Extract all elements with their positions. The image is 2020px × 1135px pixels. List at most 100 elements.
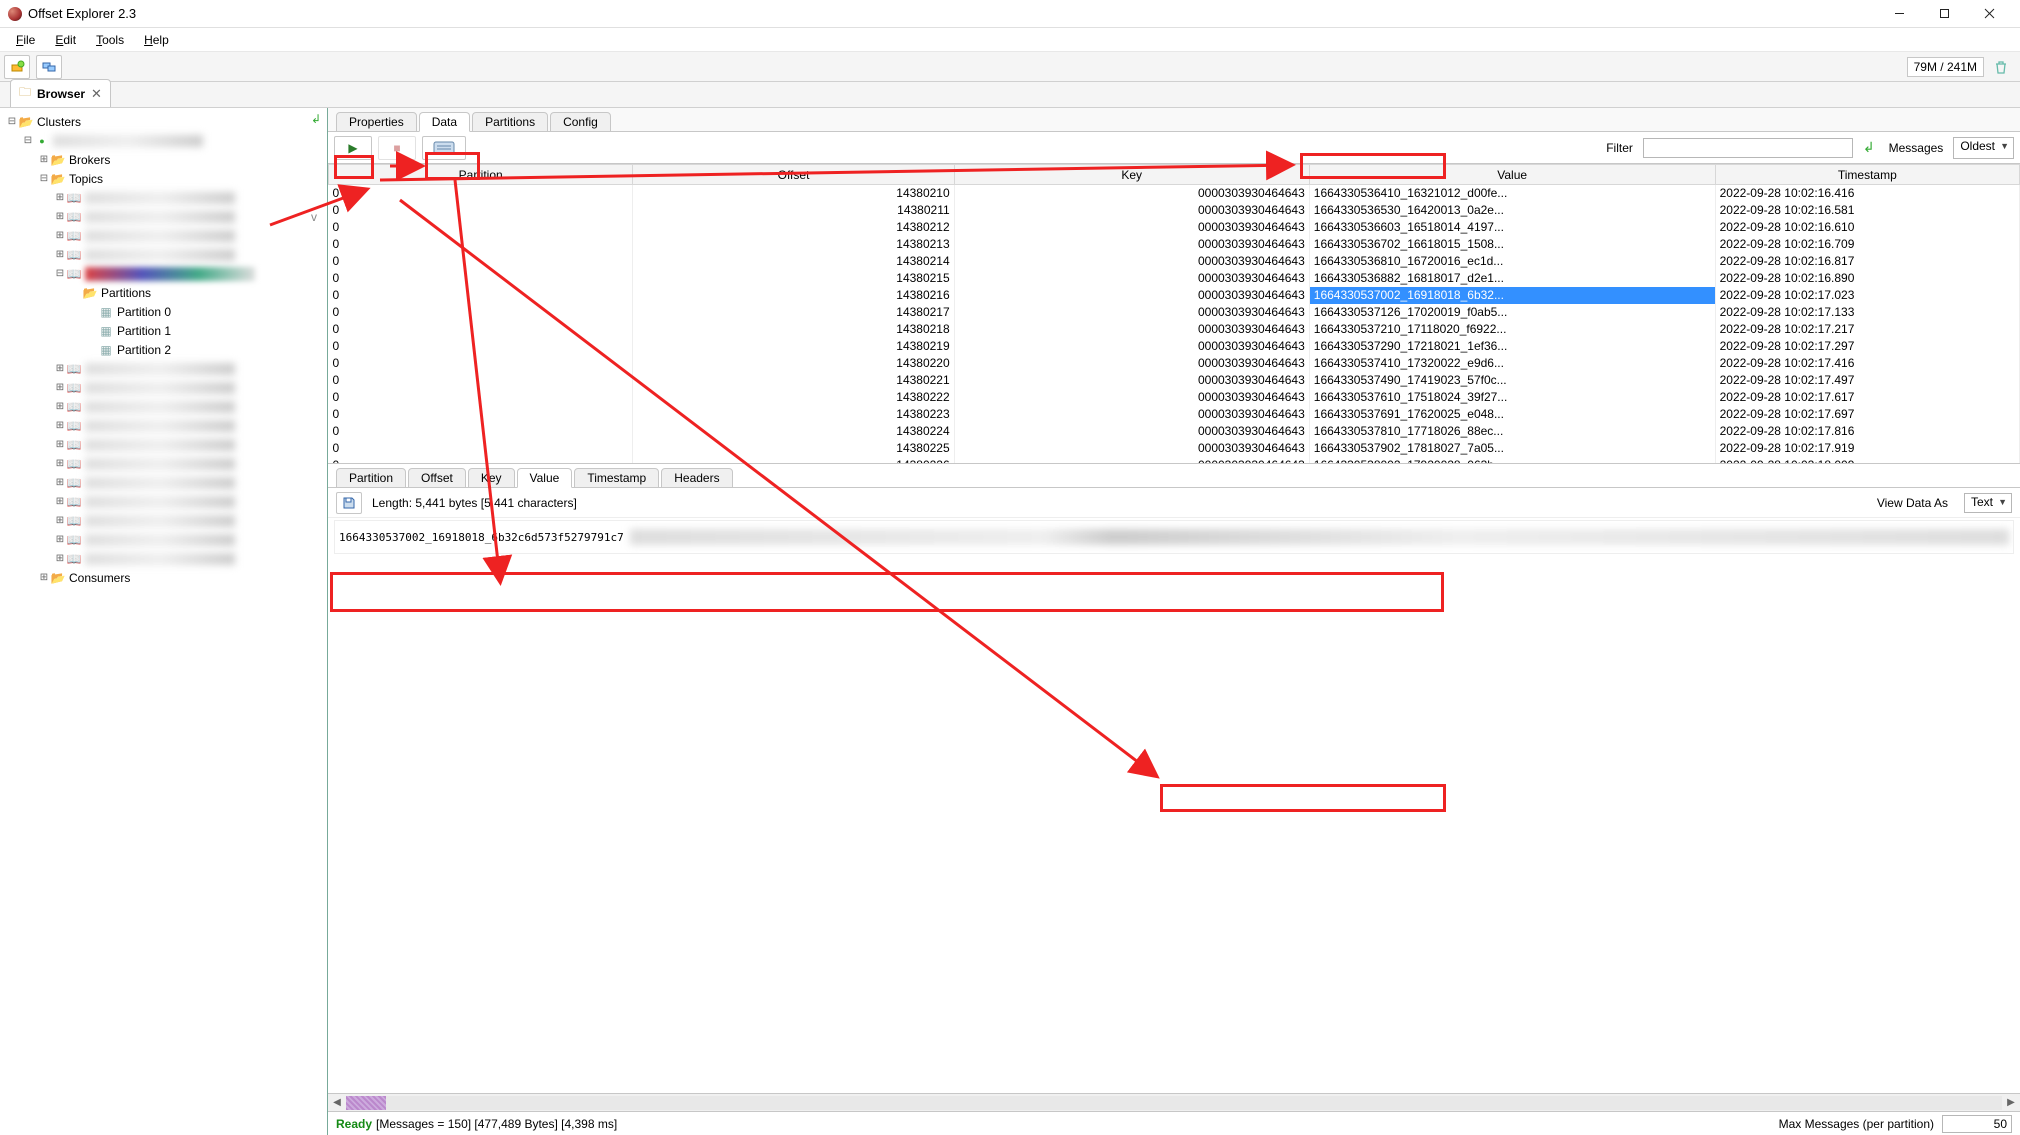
table-row[interactable]: 01438021700003039304646431664330537126_1… <box>329 304 2020 321</box>
dtab-partition[interactable]: Partition <box>336 468 406 488</box>
tree-topic-item[interactable] <box>85 192 235 204</box>
col-partition[interactable]: Partition <box>329 165 633 185</box>
tree-cluster-item[interactable] <box>53 135 203 147</box>
dtab-offset[interactable]: Offset <box>408 468 466 488</box>
tree-topic-item[interactable] <box>85 553 235 565</box>
menu-file[interactable]: File <box>6 30 45 50</box>
tree-partition-0[interactable]: Partition 0 <box>117 305 171 319</box>
save-value-button[interactable] <box>336 492 362 514</box>
tab-config[interactable]: Config <box>550 112 611 132</box>
menu-bar: File Edit Tools Help <box>0 28 2020 52</box>
tree-topic-item[interactable] <box>85 477 235 489</box>
tree-topic-item[interactable] <box>85 515 235 527</box>
tree-topic-item[interactable] <box>85 439 235 451</box>
tree-topic-item[interactable] <box>85 211 235 223</box>
tree-topic-selected[interactable] <box>85 267 255 281</box>
run-button[interactable]: ▶ <box>334 136 372 160</box>
cluster-tree[interactable]: ⊟📂Clusters ⊟● ⊞📂Brokers ⊟📂Topics ⊞📖 ⊞📖v … <box>2 112 325 587</box>
table-row[interactable]: 01438021200003039304646431664330536603_1… <box>329 219 2020 236</box>
table-row[interactable]: 01438022300003039304646431664330537691_1… <box>329 406 2020 423</box>
table-header-row: Partition Offset Key Value Timestamp <box>329 165 2020 185</box>
tree-topic-item[interactable] <box>85 496 235 508</box>
menu-tools[interactable]: Tools <box>86 30 134 50</box>
menu-edit[interactable]: Edit <box>45 30 86 50</box>
view-data-as-label: View Data As <box>1877 496 1948 510</box>
close-button[interactable] <box>1967 0 2012 28</box>
dtab-headers[interactable]: Headers <box>661 468 732 488</box>
tab-partitions[interactable]: Partitions <box>472 112 548 132</box>
col-timestamp[interactable]: Timestamp <box>1715 165 2019 185</box>
table-row[interactable]: 01438021000003039304646431664330536410_1… <box>329 185 2020 202</box>
view-data-as-select[interactable]: Text <box>1964 493 2012 513</box>
table-row[interactable]: 01438021400003039304646431664330536810_1… <box>329 253 2020 270</box>
maximize-button[interactable] <box>1922 0 1967 28</box>
length-label: Length: 5,441 bytes [5,441 characters] <box>372 496 577 510</box>
tree-topic-item[interactable] <box>85 420 235 432</box>
tree-brokers[interactable]: Brokers <box>69 153 110 167</box>
data-toolbar: ▶ ■ Filter ↲ Messages Oldest <box>328 132 2020 164</box>
dtab-value[interactable]: Value <box>517 468 573 488</box>
table-row[interactable]: 01438021100003039304646431664330536530_1… <box>329 202 2020 219</box>
table-row[interactable]: 01438022500003039304646431664330537902_1… <box>329 440 2020 457</box>
gc-button[interactable] <box>1990 56 2012 78</box>
tree-clusters[interactable]: Clusters <box>37 115 81 129</box>
scroll-left-icon[interactable]: ◀ <box>328 1097 346 1108</box>
table-row[interactable]: 01438021300003039304646431664330536702_1… <box>329 236 2020 253</box>
filter-input[interactable] <box>1643 138 1853 158</box>
menu-help[interactable]: Help <box>134 30 179 50</box>
tree-topic-item[interactable] <box>85 363 235 375</box>
status-detail: [Messages = 150] [477,489 Bytes] [4,398 … <box>376 1117 617 1131</box>
table-row[interactable]: 01438022000003039304646431664330537410_1… <box>329 355 2020 372</box>
table-row[interactable]: 01438021500003039304646431664330536882_1… <box>329 270 2020 287</box>
status-bar: Ready [Messages = 150] [477,489 Bytes] [… <box>328 1111 2020 1135</box>
tree-topic-item[interactable] <box>85 230 235 242</box>
tree-consumers[interactable]: Consumers <box>69 571 130 585</box>
new-connection-button[interactable] <box>4 55 30 79</box>
tree-topic-item[interactable] <box>85 534 235 546</box>
tab-data[interactable]: Data <box>419 112 470 132</box>
table-row[interactable]: 01438021800003039304646431664330537210_1… <box>329 321 2020 338</box>
app-title: Offset Explorer 2.3 <box>28 6 136 21</box>
col-value[interactable]: Value <box>1309 165 1715 185</box>
scroll-right-icon[interactable]: ▶ <box>2002 1097 2020 1108</box>
minimize-button[interactable] <box>1877 0 1922 28</box>
tree-topic-item[interactable] <box>85 249 235 261</box>
tree-topic-item[interactable] <box>85 382 235 394</box>
messages-label: Messages <box>1889 141 1944 155</box>
add-topic-button[interactable] <box>36 55 62 79</box>
messages-mode-select[interactable]: Oldest <box>1953 137 2014 159</box>
browser-tab-close[interactable]: ✕ <box>91 86 102 102</box>
col-key[interactable]: Key <box>954 165 1309 185</box>
tree-topic-item[interactable] <box>85 458 235 470</box>
apply-filter-icon[interactable]: ↲ <box>1863 139 1875 156</box>
stop-button[interactable]: ■ <box>378 136 416 160</box>
memory-indicator: 79M / 241M <box>1907 57 1984 77</box>
table-row[interactable]: 01438022400003039304646431664330537810_1… <box>329 423 2020 440</box>
scroll-thumb[interactable] <box>346 1096 386 1110</box>
browser-tab-icon: 🗀 <box>19 83 31 104</box>
tree-topic-item[interactable] <box>85 401 235 413</box>
tree-partitions[interactable]: Partitions <box>101 286 151 300</box>
view-button[interactable] <box>422 136 466 160</box>
tree-partition-1[interactable]: Partition 1 <box>117 324 171 338</box>
messages-table[interactable]: Partition Offset Key Value Timestamp 014… <box>328 164 2020 464</box>
browser-tab[interactable]: 🗀 Browser ✕ <box>10 79 111 107</box>
tree-topics[interactable]: Topics <box>69 172 103 186</box>
tree-partition-2[interactable]: Partition 2 <box>117 343 171 357</box>
table-row[interactable]: 01438021600003039304646431664330537002_1… <box>329 287 2020 304</box>
table-row[interactable]: 01438022600003039304646431664330538002_1… <box>329 457 2020 465</box>
table-row[interactable]: 01438022100003039304646431664330537490_1… <box>329 372 2020 389</box>
messages-table-wrap[interactable]: Partition Offset Key Value Timestamp 014… <box>328 164 2020 464</box>
table-row[interactable]: 01438022200003039304646431664330537610_1… <box>329 389 2020 406</box>
collapse-icon[interactable]: ↲ <box>311 112 321 126</box>
status-ready: Ready <box>336 1117 372 1131</box>
value-preview[interactable]: 1664330537002_16918018_6b32c6d573f527979… <box>334 520 2014 554</box>
top-tabs: Properties Data Partitions Config <box>328 108 2020 132</box>
tab-properties[interactable]: Properties <box>336 112 417 132</box>
horizontal-scrollbar[interactable]: ◀ ▶ <box>328 1093 2020 1111</box>
dtab-key[interactable]: Key <box>468 468 515 488</box>
col-offset[interactable]: Offset <box>633 165 954 185</box>
table-row[interactable]: 01438021900003039304646431664330537290_1… <box>329 338 2020 355</box>
max-messages-input[interactable] <box>1942 1115 2012 1133</box>
dtab-timestamp[interactable]: Timestamp <box>574 468 659 488</box>
